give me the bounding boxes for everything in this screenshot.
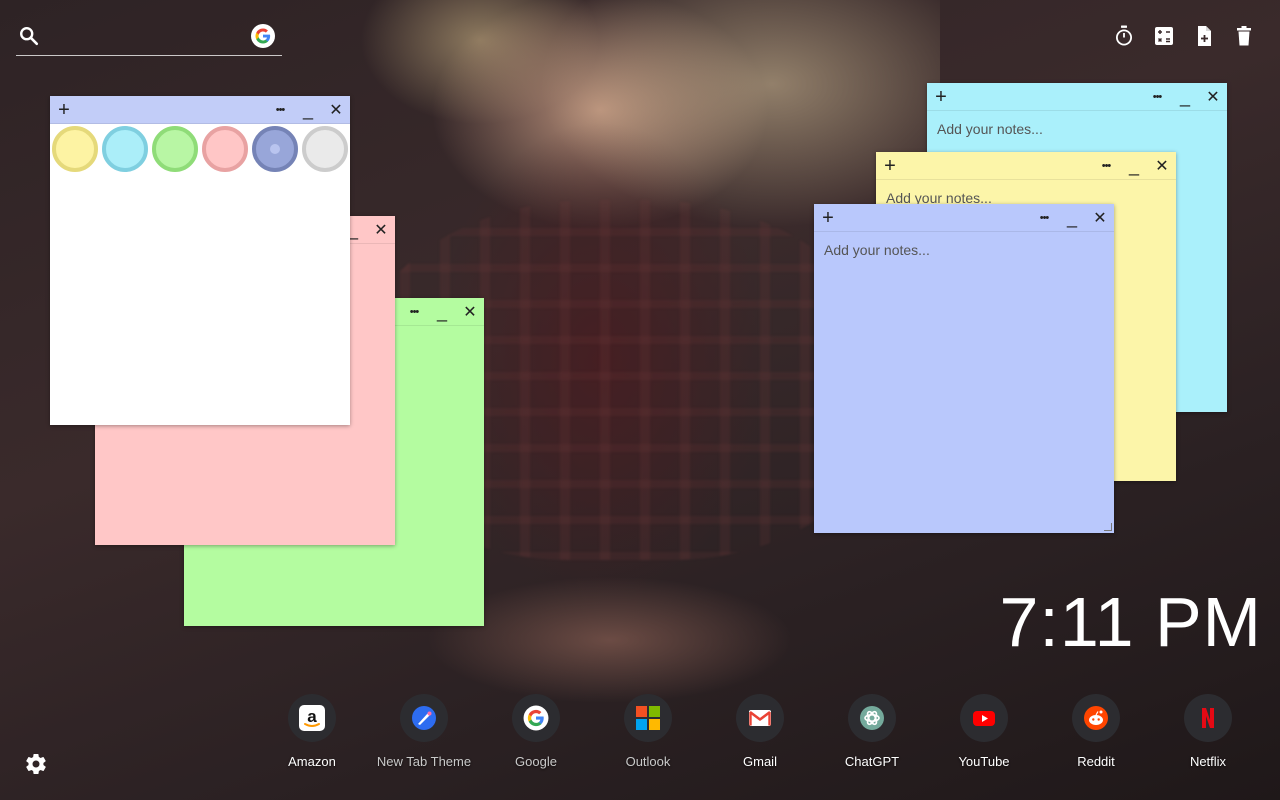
note-close-button[interactable]: ✕	[1088, 204, 1112, 232]
note-more-button[interactable]: •••	[402, 298, 426, 326]
shortcut-amazon[interactable]: a Amazon	[262, 694, 362, 769]
color-swatch-cyan[interactable]	[102, 126, 148, 172]
note-more-button[interactable]: •••	[1145, 83, 1169, 111]
settings-gear-icon[interactable]	[24, 752, 48, 776]
note-close-button[interactable]: ✕	[324, 96, 348, 124]
color-swatch-pink[interactable]	[202, 126, 248, 172]
add-note-icon[interactable]	[1192, 24, 1216, 48]
color-swatch-yellow[interactable]	[52, 126, 98, 172]
shortcut-gmail[interactable]: Gmail	[710, 694, 810, 769]
shortcut-label: YouTube	[958, 754, 1010, 769]
color-swatch-blue-selected[interactable]	[252, 126, 298, 172]
microsoft-icon	[624, 694, 672, 742]
shortcut-label: ChatGPT	[844, 754, 900, 769]
note-minimize-button[interactable]: _	[1173, 83, 1197, 111]
google-icon	[512, 694, 560, 742]
note-add-button[interactable]: +	[816, 204, 840, 232]
shortcut-label: Netflix	[1189, 754, 1227, 769]
note-more-button[interactable]: •••	[1032, 204, 1056, 232]
selected-indicator	[270, 144, 280, 154]
youtube-icon	[960, 694, 1008, 742]
note-close-button[interactable]: ✕	[369, 216, 393, 244]
clock: 7:11 PM	[999, 583, 1262, 661]
color-picker	[52, 126, 348, 172]
netflix-icon	[1184, 694, 1232, 742]
color-swatch-green[interactable]	[152, 126, 198, 172]
note-header: + ••• _ ✕	[876, 152, 1176, 180]
note-minimize-button[interactable]: _	[296, 96, 320, 124]
search-bar	[16, 22, 282, 56]
shortcut-label: New Tab Theme	[376, 754, 472, 769]
note-minimize-button[interactable]: _	[430, 298, 454, 326]
shortcut-label: Reddit	[1077, 754, 1115, 769]
chatgpt-icon	[848, 694, 896, 742]
note-close-button[interactable]: ✕	[458, 298, 482, 326]
shortcut-chatgpt[interactable]: ChatGPT	[822, 694, 922, 769]
shortcut-label: Gmail	[743, 754, 777, 769]
note-close-button[interactable]: ✕	[1201, 83, 1225, 111]
gmail-icon	[736, 694, 784, 742]
note-more-button[interactable]: •••	[268, 96, 292, 124]
shortcut-label: Amazon	[288, 754, 336, 769]
note-close-button[interactable]: ✕	[1150, 152, 1174, 180]
search-icon[interactable]	[18, 25, 40, 47]
svg-text:a: a	[307, 707, 317, 726]
note-minimize-button[interactable]: _	[1122, 152, 1146, 180]
shortcut-reddit[interactable]: Reddit	[1046, 694, 1146, 769]
shortcut-netflix[interactable]: Netflix	[1158, 694, 1258, 769]
toolbar	[1112, 24, 1256, 48]
timer-icon[interactable]	[1112, 24, 1136, 48]
note-add-button[interactable]: +	[878, 152, 902, 180]
shortcut-label: Outlook	[625, 754, 671, 769]
calculator-icon[interactable]	[1152, 24, 1176, 48]
amazon-icon: a	[288, 694, 336, 742]
note-textarea[interactable]	[814, 233, 1114, 533]
shortcut-label: Google	[515, 754, 557, 769]
trash-icon[interactable]	[1232, 24, 1256, 48]
note-header: + ••• _ ✕	[927, 83, 1227, 111]
color-swatch-grey[interactable]	[302, 126, 348, 172]
note-header: + ••• _ ✕	[50, 96, 350, 124]
google-search-engine-icon[interactable]	[251, 24, 275, 48]
shortcut-new-tab-theme[interactable]: New Tab Theme	[374, 694, 474, 769]
search-input[interactable]	[52, 24, 252, 50]
note-header: + ••• _ ✕	[814, 204, 1114, 232]
note-minimize-button[interactable]: _	[1060, 204, 1084, 232]
note-add-button[interactable]: +	[52, 96, 76, 124]
shortcut-youtube[interactable]: YouTube	[934, 694, 1034, 769]
shortcut-outlook[interactable]: Outlook	[598, 694, 698, 769]
resize-handle[interactable]	[1104, 523, 1112, 531]
note-more-button[interactable]: •••	[1094, 152, 1118, 180]
reddit-icon	[1072, 694, 1120, 742]
shortcut-google[interactable]: Google	[486, 694, 586, 769]
sticky-note-white: + ••• _ ✕	[50, 96, 350, 425]
new-tab-theme-icon	[400, 694, 448, 742]
sticky-note-periwinkle: + ••• _ ✕	[814, 204, 1114, 533]
note-add-button[interactable]: +	[929, 83, 953, 111]
